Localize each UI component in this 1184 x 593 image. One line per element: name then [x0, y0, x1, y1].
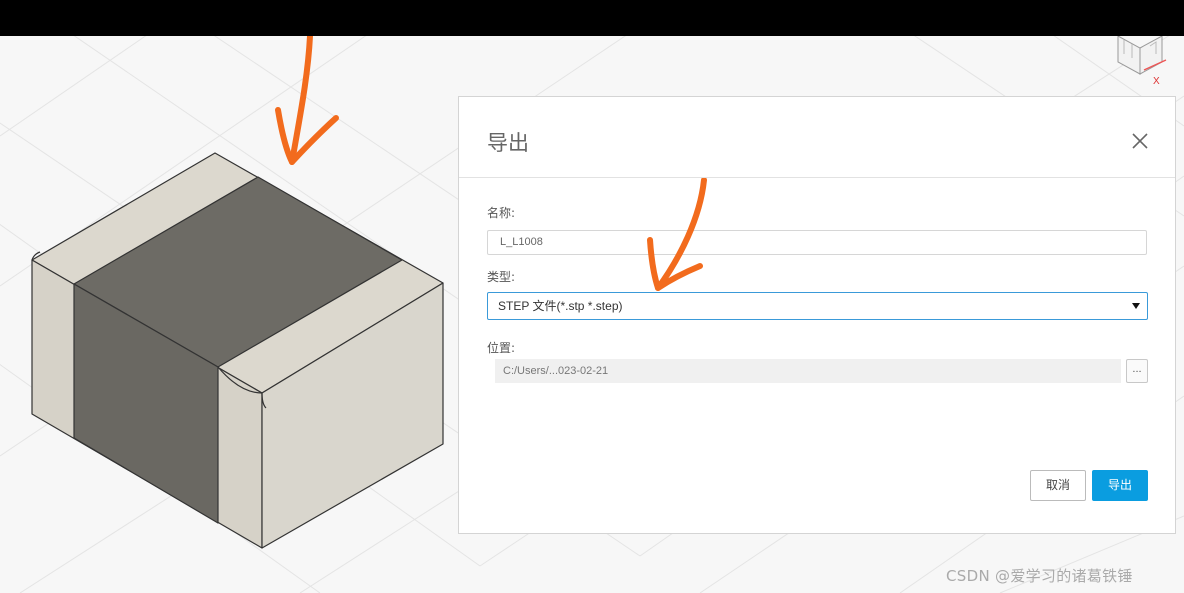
view-cube-icon[interactable] — [1117, 36, 1167, 75]
browse-button[interactable]: ... — [1126, 359, 1148, 383]
location-label: 位置: — [487, 341, 516, 355]
type-label: 类型: — [487, 270, 516, 284]
location-path-field: C:/Users/...023-02-21 — [495, 359, 1121, 383]
dropdown-arrow-icon — [1132, 303, 1140, 309]
name-input[interactable]: L_L1008 — [487, 230, 1147, 255]
watermark: CSDN @爱学习的诸葛铁锤 — [946, 567, 1133, 585]
annotation-arrow-model — [275, 36, 339, 165]
cancel-button[interactable]: 取消 — [1030, 470, 1086, 501]
close-icon[interactable] — [1129, 130, 1151, 152]
file-type-select[interactable]: STEP 文件(*.stp *.step) — [487, 292, 1148, 320]
dialog-title: 导出 — [487, 131, 529, 155]
view-cube-axis-x: X — [1153, 76, 1160, 87]
capacitor-3d-model[interactable] — [31, 152, 444, 549]
top-black-bar — [0, 0, 1184, 36]
file-type-value: STEP 文件(*.stp *.step) — [498, 299, 623, 313]
annotation-arrow-type — [647, 178, 707, 291]
export-dialog: 导出 名称: L_L1008 类型: STEP 文件(*.stp *.step)… — [458, 96, 1176, 534]
name-label: 名称: — [487, 206, 516, 220]
dialog-header: 导出 — [459, 97, 1175, 178]
export-button[interactable]: 导出 — [1092, 470, 1148, 501]
